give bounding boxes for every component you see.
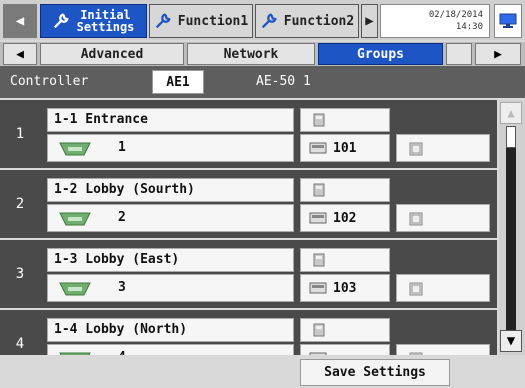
scroll-thumb[interactable] [506, 126, 516, 148]
scroll-down-button[interactable]: ▼ [500, 330, 522, 352]
tab-label: Initial Settings [76, 8, 135, 34]
prev-sub-button[interactable]: ◀ [3, 43, 37, 65]
group-address-button[interactable] [300, 344, 390, 355]
group-number: 2 [15, 196, 25, 212]
group-row: 2 1-2 Lobby (Sourth) 2 102 [0, 170, 497, 238]
controller-panel-icon [409, 281, 423, 300]
group-extra-button[interactable] [396, 204, 490, 232]
app: ◀ Initial Settings Function1 Function2 ▶… [0, 0, 525, 388]
controller-panel-icon [309, 142, 327, 154]
sub-blank [446, 43, 472, 65]
group-unit-button[interactable]: 2 [47, 204, 294, 232]
next-top-button[interactable]: ▶ [361, 4, 378, 38]
indoor-unit-icon [58, 211, 92, 231]
group-address-button[interactable]: 101 [300, 134, 390, 162]
remote-controller-icon [311, 112, 327, 132]
group-number: 1 [15, 126, 25, 142]
group-row: 4 1-4 Lobby (North) 4 [0, 310, 497, 355]
tab-initial-settings[interactable]: Initial Settings [40, 4, 147, 38]
controller-panel-icon [309, 352, 327, 355]
wrench-icon [261, 13, 277, 29]
unit-count: 3 [118, 280, 126, 295]
indoor-unit-icon [58, 141, 92, 161]
clock: 02/18/2014 14:30 [380, 4, 490, 38]
group-unit-button[interactable]: 3 [47, 274, 294, 302]
group-address-button[interactable]: 102 [300, 204, 390, 232]
controller-panel-icon [409, 351, 423, 355]
controller-panel-icon [309, 212, 327, 224]
group-row: 1 1-1 Entrance 1 101 [0, 100, 497, 168]
controller-bar: Controller AE1 AE-50 1 [0, 66, 525, 98]
group-controller-button[interactable] [300, 248, 390, 272]
tab-function2[interactable]: Function2 [255, 4, 359, 38]
tab-advanced[interactable]: Advanced [40, 43, 184, 65]
group-controller-button[interactable] [300, 318, 390, 342]
remote-controller-icon [311, 322, 327, 342]
tab-function1[interactable]: Function1 [149, 4, 253, 38]
address-text: 101 [333, 140, 357, 156]
group-address-button[interactable]: 103 [300, 274, 390, 302]
group-unit-button[interactable]: 4 [47, 344, 294, 355]
controller-panel-icon [409, 211, 423, 230]
group-name-field[interactable]: 1-2 Lobby (Sourth) [47, 178, 294, 202]
remote-controller-icon [311, 252, 327, 272]
group-extra-button[interactable] [396, 274, 490, 302]
scroll-up-button[interactable]: ▲ [500, 102, 522, 124]
tab-label: Function1 [177, 13, 249, 29]
group-row: 3 1-3 Lobby (East) 3 103 [0, 240, 497, 308]
wrench-icon [53, 13, 69, 29]
date-text: 02/18/2014 [428, 10, 483, 20]
group-extra-button[interactable] [396, 134, 490, 162]
time-text: 14:30 [455, 22, 483, 32]
group-list: 1 1-1 Entrance 1 101 2 1-2 Lobby (Sourth… [0, 100, 497, 355]
address-text: 103 [333, 280, 357, 296]
tab-groups[interactable]: Groups [318, 43, 443, 65]
remote-controller-icon [311, 182, 327, 202]
wrench-icon [155, 13, 171, 29]
group-name-field[interactable]: 1-4 Lobby (North) [47, 318, 294, 342]
controller-panel-icon [309, 282, 327, 294]
group-number: 4 [15, 336, 25, 352]
group-controller-button[interactable] [300, 178, 390, 202]
save-settings-button[interactable]: Save Settings [300, 359, 450, 386]
controller-panel-icon [409, 141, 423, 160]
prev-top-button[interactable]: ◀ [3, 4, 37, 38]
group-unit-button[interactable]: 1 [47, 134, 294, 162]
group-extra-button[interactable] [396, 344, 490, 355]
group-name-field[interactable]: 1-1 Entrance [47, 108, 294, 132]
scroll-track[interactable] [506, 126, 516, 330]
monitor-icon [499, 13, 517, 28]
address-text: 102 [333, 210, 357, 226]
controller-label: Controller [10, 74, 89, 89]
group-name-field[interactable]: 1-3 Lobby (East) [47, 248, 294, 272]
controller-model: AE-50 1 [256, 74, 311, 89]
unit-count: 2 [118, 210, 126, 225]
unit-count: 1 [118, 140, 126, 155]
group-number: 3 [15, 266, 25, 282]
indoor-unit-icon [58, 281, 92, 301]
unit-count: 4 [118, 350, 126, 355]
group-controller-button[interactable] [300, 108, 390, 132]
next-sub-button[interactable]: ▶ [475, 43, 521, 65]
tab-network[interactable]: Network [187, 43, 315, 65]
controller-select[interactable]: AE1 [152, 70, 204, 94]
indoor-unit-icon [58, 351, 92, 355]
tab-label: Function2 [283, 13, 355, 29]
system-button[interactable] [494, 4, 522, 38]
